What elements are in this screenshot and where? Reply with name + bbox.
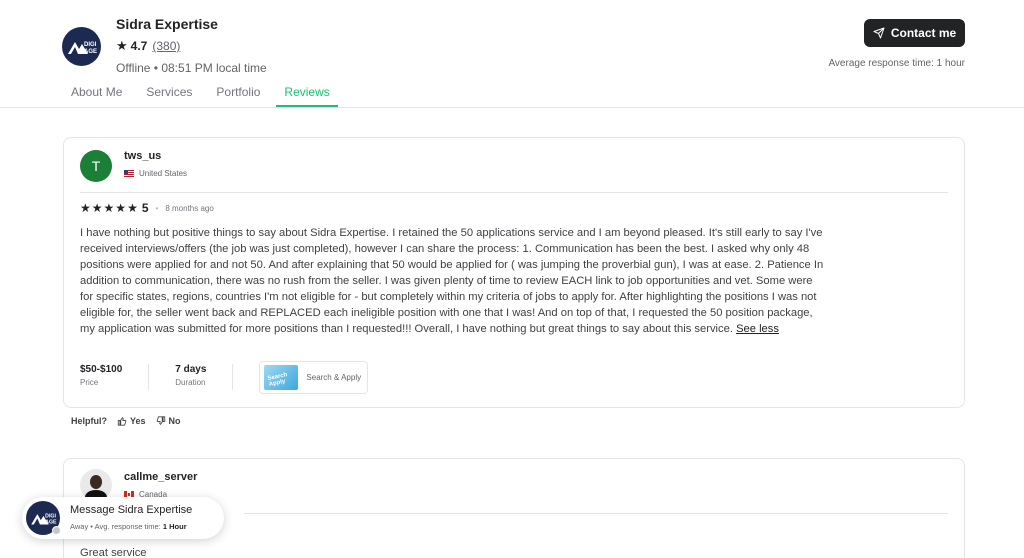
seller-header: DIGI AGE Sidra Expertise ★ 4.7 (380) Off… [0, 0, 1024, 108]
seller-status: Offline • 08:51 PM local time [116, 61, 267, 75]
order-meta: $50-$100 Price 7 days Duration Search Ap… [80, 361, 369, 394]
star-icon: ★ [115, 201, 127, 215]
us-flag-icon [124, 170, 134, 177]
duration-value: 7 days [175, 364, 207, 375]
logo-text-bottom: AGE [45, 520, 57, 526]
reviewer-avatar[interactable]: T [80, 150, 112, 182]
logo-text-top: DIGI [45, 514, 56, 520]
price-label: Price [80, 378, 99, 387]
review-card: T tws_us United States ★ ★ ★ ★ ★ 5 • 8 m… [63, 137, 965, 408]
duration-block: 7 days Duration [175, 364, 234, 390]
helpful-no-label: No [168, 416, 181, 426]
helpful-feedback: Helpful? Yes No [71, 416, 181, 426]
seller-name: Sidra Expertise [116, 16, 218, 32]
logo-mark-icon: DIGI AGE [68, 42, 97, 55]
star-icon: ★ [127, 201, 138, 215]
helpful-no-button[interactable]: No [156, 416, 181, 426]
gig-thumb-text: Search Apply [267, 372, 289, 388]
contact-me-label: Contact me [890, 26, 957, 40]
tab-about-me[interactable]: About Me [71, 85, 122, 107]
thumbs-up-icon [117, 417, 127, 426]
see-less-link[interactable]: See less [736, 323, 779, 335]
average-response-time: Average response time: 1 hour [828, 58, 965, 69]
price-block: $50-$100 Price [80, 364, 150, 390]
review-body: I have nothing but positive things to sa… [80, 225, 828, 337]
review-count-link[interactable]: (380) [152, 39, 180, 53]
seller-rating: ★ 4.7 (380) [116, 38, 180, 54]
star-icon: ★ [103, 201, 115, 215]
rating-score: 4.7 [130, 39, 148, 53]
tab-services[interactable]: Services [146, 85, 192, 107]
review-text: Great service [80, 547, 147, 558]
divider [80, 192, 948, 193]
thumbs-down-icon [156, 416, 165, 425]
divider [244, 513, 948, 514]
profile-tabs: About Me Services Portfolio Reviews [71, 85, 362, 107]
tab-portfolio[interactable]: Portfolio [216, 85, 260, 107]
away-status-dot [52, 526, 61, 535]
price-value: $50-$100 [80, 364, 123, 375]
message-seller-popup[interactable]: DIGI AGE Message Sidra Expertise Away • … [22, 497, 224, 539]
duration-label: Duration [175, 378, 206, 387]
reviewer-name[interactable]: tws_us [124, 150, 161, 162]
logo-text-bottom: AGE [84, 49, 97, 55]
separator-dot: • [155, 203, 159, 213]
reviewer-country: United States [124, 169, 187, 178]
contact-me-button[interactable]: Contact me [864, 19, 965, 47]
message-subtitle: Away • Avg. response time: 1 Hour [70, 522, 187, 531]
gig-title: Search & Apply [306, 373, 362, 382]
star-icon: ★ [116, 38, 128, 53]
logo-text-top: DIGI [84, 42, 97, 48]
paper-plane-icon [873, 27, 885, 39]
away-status: Away [70, 522, 89, 531]
review-score: 5 [141, 201, 149, 215]
review-rating: ★ ★ ★ ★ ★ 5 • 8 months ago [80, 201, 214, 215]
country-label: United States [139, 169, 188, 178]
avatar-head [90, 475, 102, 489]
helpful-label: Helpful? [71, 416, 107, 426]
reviewer-name[interactable]: callme_server [124, 471, 197, 483]
response-time-label: Avg. response time: [94, 522, 161, 531]
tab-reviews[interactable]: Reviews [276, 85, 338, 107]
review-date: 8 months ago [165, 203, 214, 213]
message-title: Message Sidra Expertise [70, 504, 193, 516]
gig-thumbnail: Search Apply [264, 365, 299, 390]
star-icon: ★ [80, 201, 91, 215]
gig-link[interactable]: Search Apply Search & Apply [259, 361, 369, 394]
helpful-yes-button[interactable]: Yes [117, 416, 146, 426]
seller-logo[interactable]: DIGI AGE [62, 27, 101, 66]
response-time-value: 1 Hour [162, 522, 187, 531]
review-text: I have nothing but positive things to sa… [80, 227, 824, 335]
star-icon: ★ [91, 201, 103, 215]
helpful-yes-label: Yes [130, 416, 146, 426]
